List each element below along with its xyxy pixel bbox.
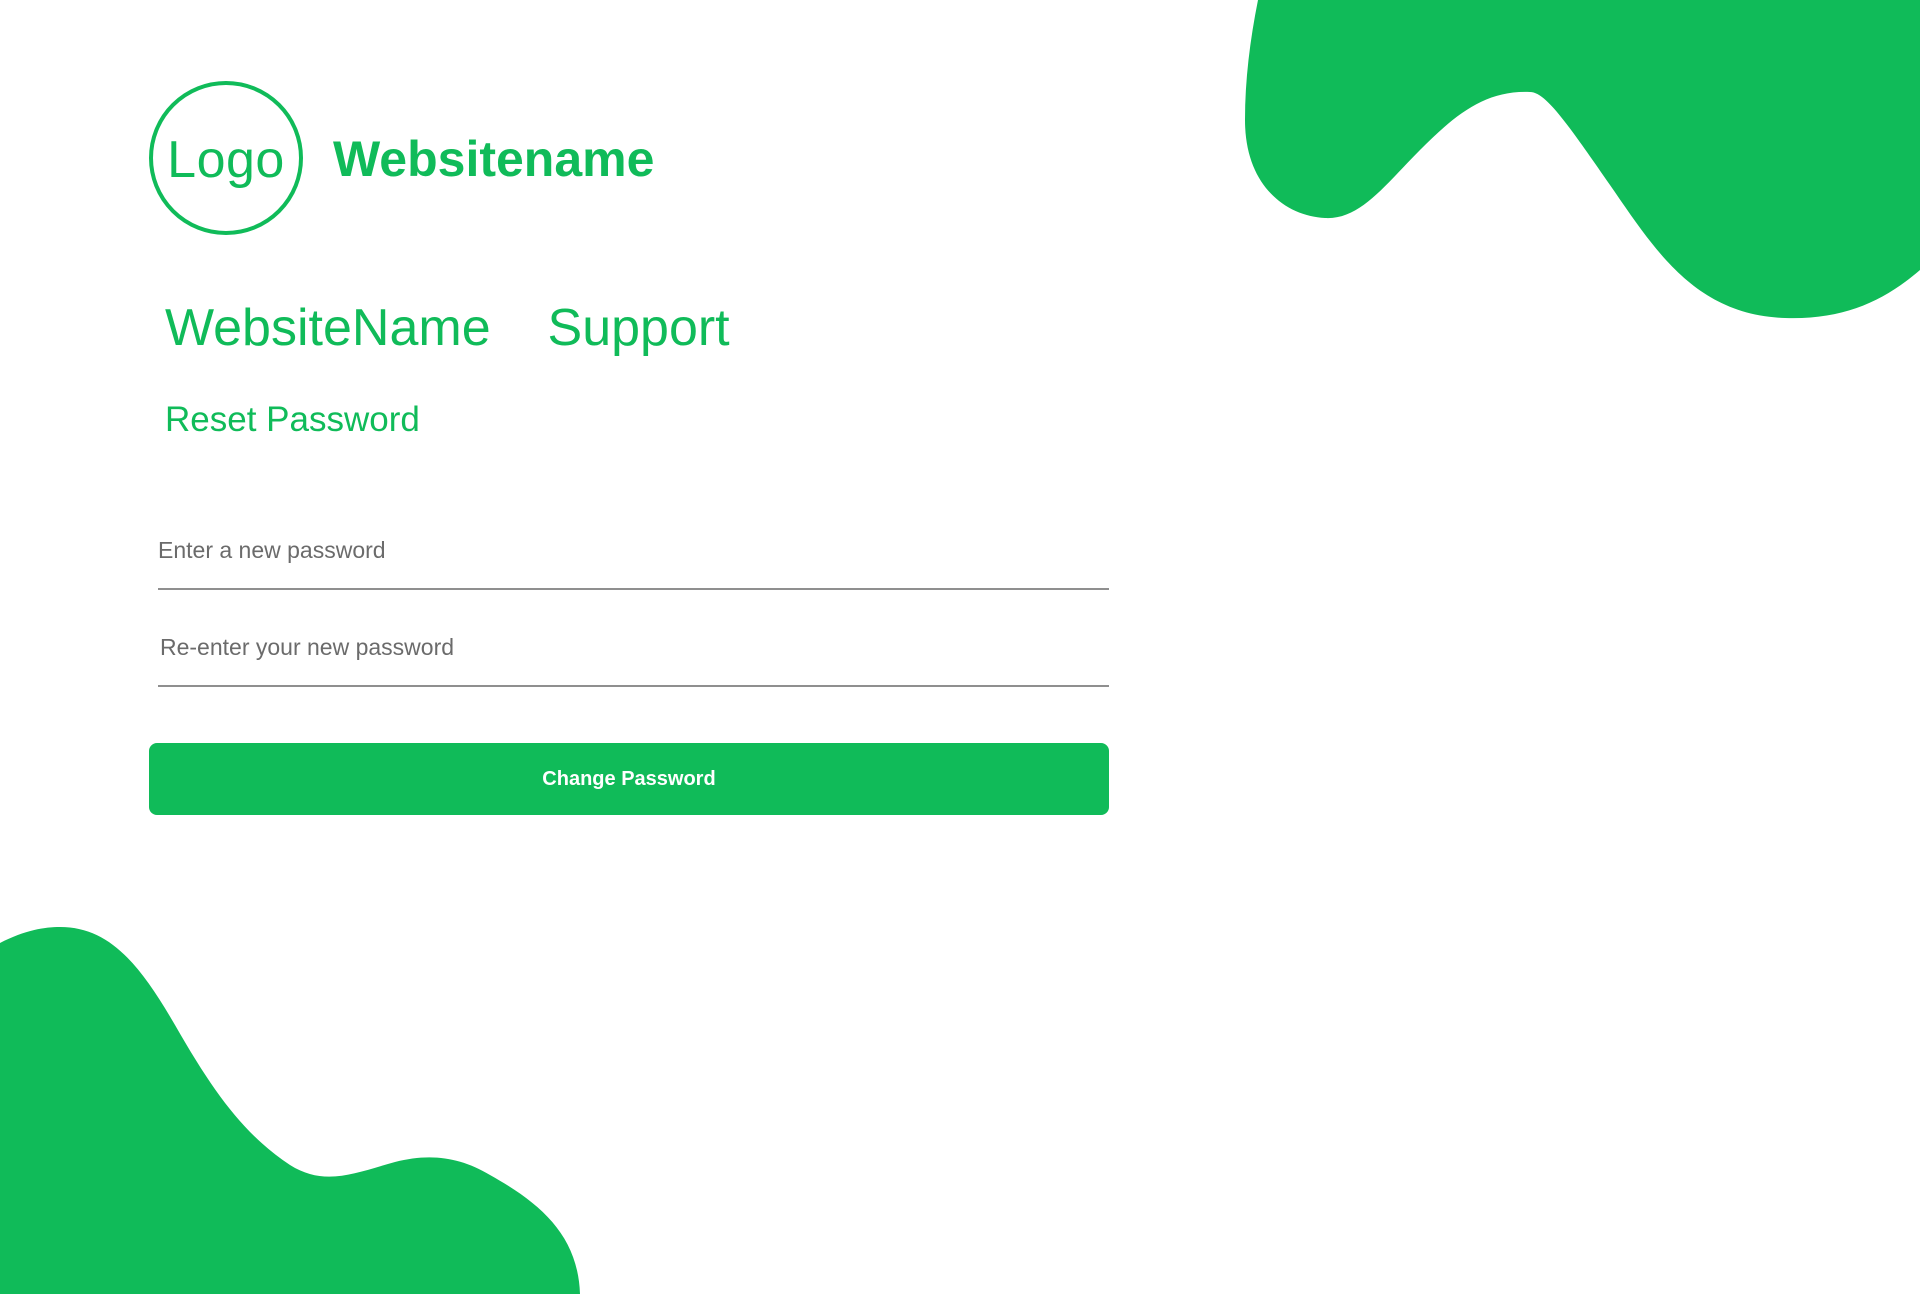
logo[interactable]: Logo xyxy=(149,81,303,235)
reset-password-page: Logo Websitename WebsiteName Support Res… xyxy=(0,0,1920,1294)
new-password-input[interactable] xyxy=(158,530,1109,570)
change-password-button[interactable]: Change Password xyxy=(149,743,1109,815)
decorative-wave-top-right xyxy=(1245,0,1920,319)
page-title: WebsiteName Support xyxy=(165,299,730,357)
decorative-wave-bottom-left xyxy=(0,927,580,1294)
new-password-field xyxy=(158,518,1109,590)
change-password-button-label: Change Password xyxy=(542,767,716,790)
logo-text: Logo xyxy=(167,131,285,189)
confirm-password-field xyxy=(158,615,1111,687)
confirm-password-input[interactable] xyxy=(160,627,1111,667)
section-title: Reset Password xyxy=(165,400,420,439)
site-name: Websitename xyxy=(333,131,655,187)
